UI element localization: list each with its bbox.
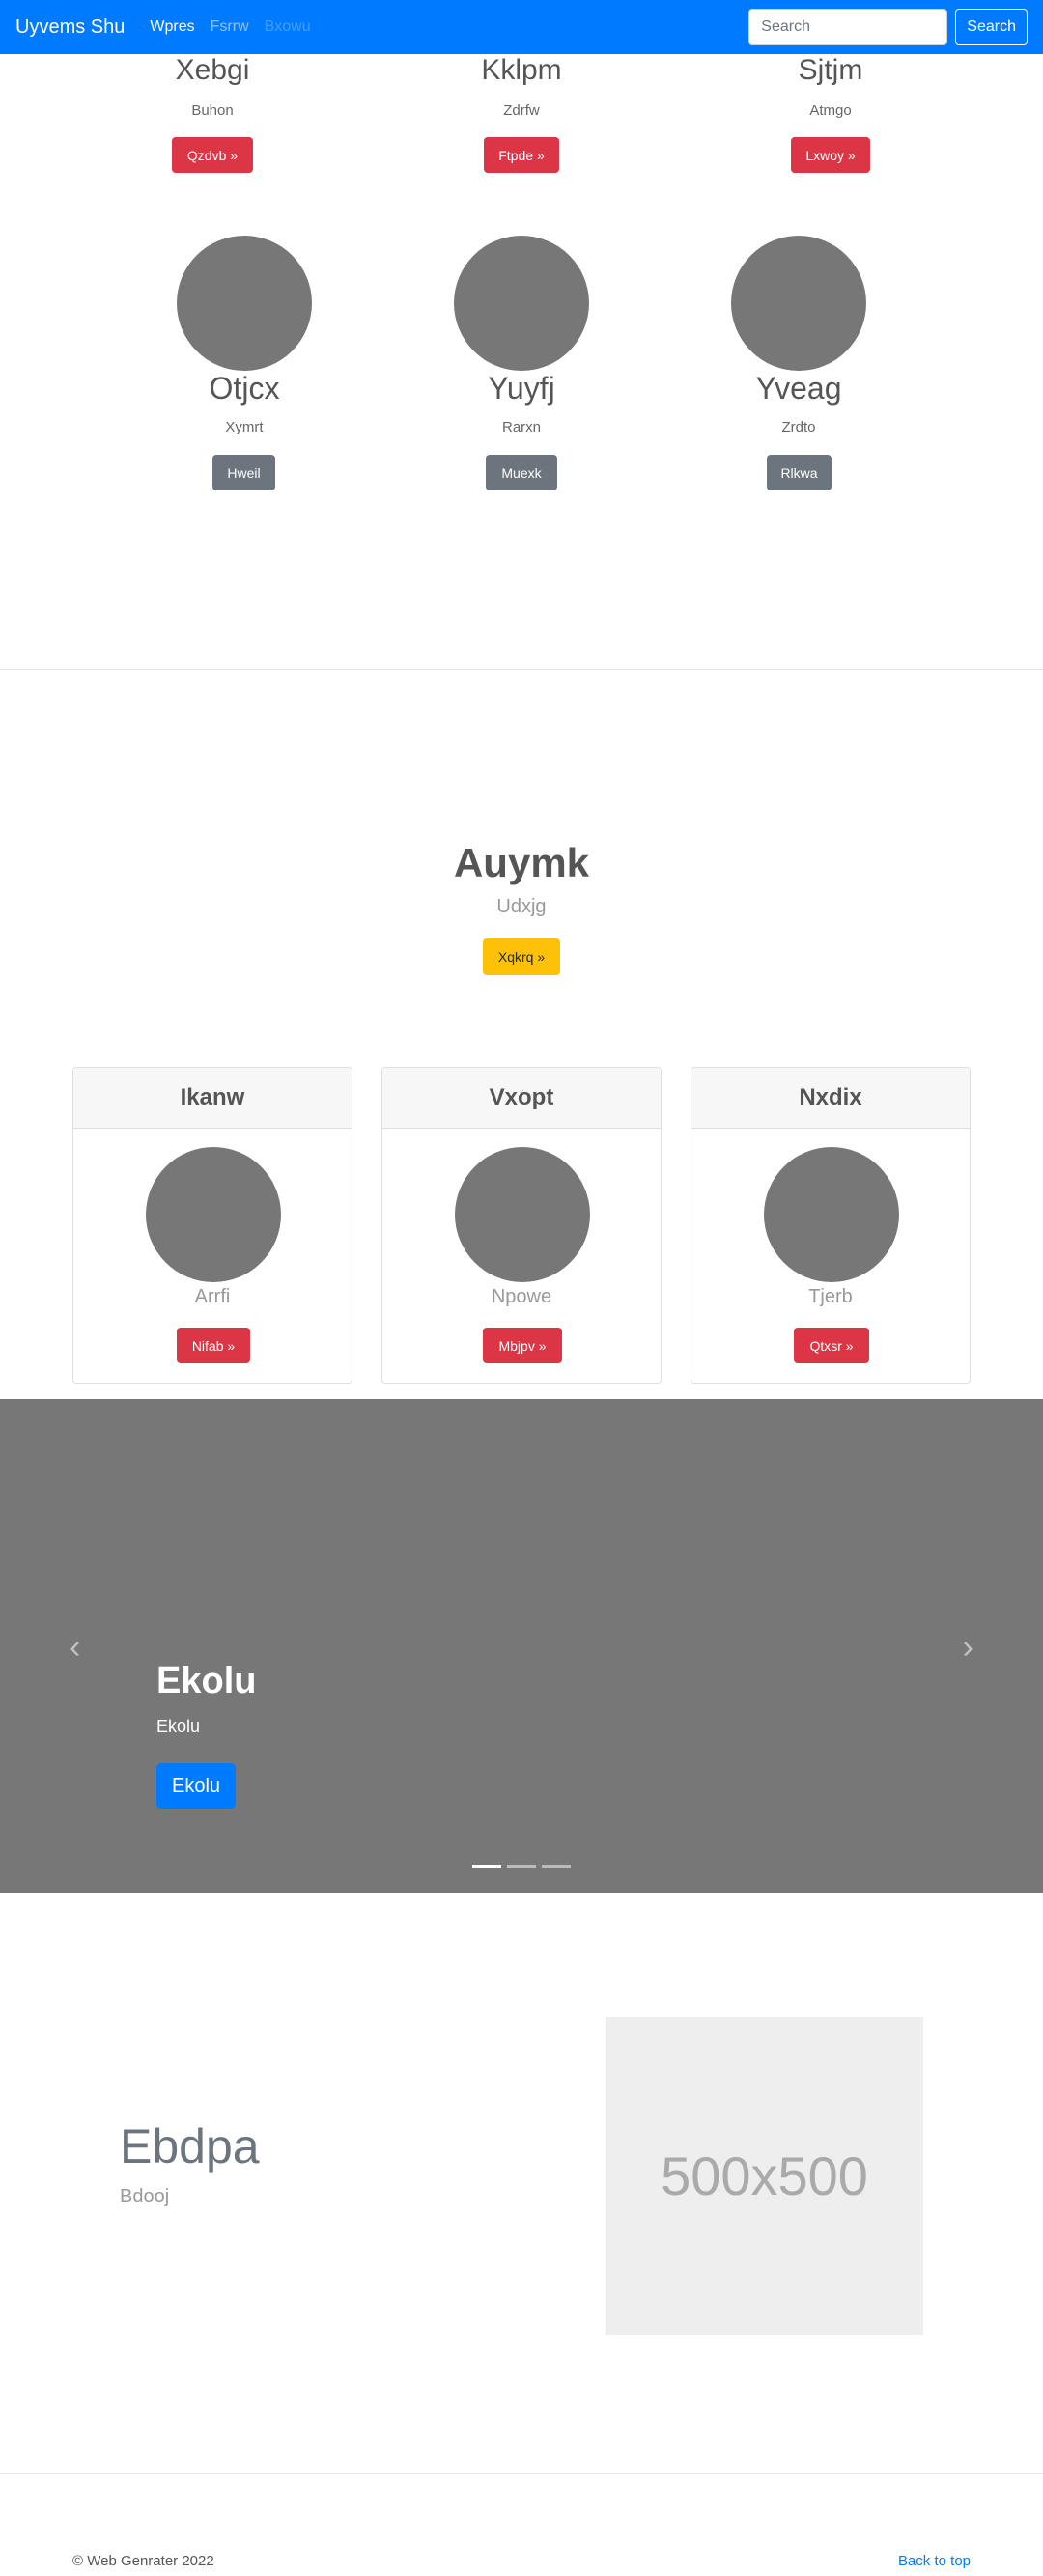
placeholder-image: 500x500 (606, 2017, 923, 2335)
nav-link-wpres[interactable]: Wpres (150, 18, 194, 36)
column-heading-xebgi: Xebgi (175, 54, 250, 86)
card-header: Ikanw (73, 1068, 352, 1129)
card-nxdix: Nxdix Tjerb Qtxsr » (691, 1067, 971, 1384)
card-button-mbjpv[interactable]: Mbjpv » (483, 1328, 562, 1363)
footer-copyright: © Web Genrater 2022 (72, 2553, 214, 2569)
column-text-buhon: Buhon (191, 102, 234, 119)
card-vxopt: Vxopt Npowe Mbjpv » (381, 1067, 662, 1384)
avatar-button-muexk[interactable]: Muexk (486, 455, 557, 490)
carousel-indicator-1[interactable] (472, 1865, 501, 1868)
feature-subtitle: Bdooj (120, 2186, 170, 2207)
hero-button[interactable]: Xqkrq » (483, 938, 560, 975)
card-header: Nxdix (691, 1068, 970, 1129)
card-button-qtxsr[interactable]: Qtxsr » (794, 1328, 869, 1363)
avatar-heading-yveag: Yveag (755, 371, 842, 406)
card-ikanw: Ikanw Arrfi Nifab » (72, 1067, 352, 1384)
column-button-qzdvb[interactable]: Qzdvb » (172, 137, 253, 173)
navbar: Uyvems Shu Wpres Fsrrw Bxowu Search (0, 0, 1043, 54)
column-heading-kklpm: Kklpm (481, 54, 562, 86)
nav-link-fsrrw[interactable]: Fsrrw (211, 18, 249, 36)
avatar-button-hweil[interactable]: Hweil (212, 455, 275, 490)
hero-subtitle: Udxjg (496, 896, 547, 917)
avatar-image (177, 236, 312, 371)
avatar-button-rlkwa[interactable]: Rlkwa (767, 455, 832, 490)
avatar-heading-otjcx: Otjcx (209, 371, 280, 406)
card-avatar-image (146, 1147, 281, 1282)
card-avatar-image (455, 1147, 590, 1282)
placeholder-image-label: 500x500 (661, 2145, 868, 2206)
column-button-lxwoy[interactable]: Lxwoy » (791, 137, 870, 173)
avatar-text-rarxn: Rarxn (501, 419, 541, 435)
search-button[interactable]: Search (955, 9, 1028, 45)
column-button-ftpde[interactable]: Ftpde » (484, 137, 559, 173)
hero-heading: Auymk (453, 840, 590, 885)
column-text-zdrfw: Zdrfw (503, 102, 540, 119)
avatar-heading-yuyfj: Yuyfj (488, 371, 555, 406)
card-button-nifab[interactable]: Nifab » (177, 1328, 250, 1363)
carousel: ‹ › Ekolu Ekolu Ekolu (0, 1399, 1043, 1893)
section-divider (0, 669, 1043, 670)
avatar-image (454, 236, 589, 371)
card-text: Tjerb (808, 1286, 853, 1307)
carousel-next-icon[interactable]: › (963, 1629, 973, 1666)
feature-heading: Ebdpa (120, 2119, 260, 2173)
avatar-text-zrdto: Zrdto (781, 419, 816, 435)
card-text: Arrfi (194, 1286, 231, 1307)
column-text-atmgo: Atmgo (809, 102, 852, 119)
card-header: Vxopt (382, 1068, 661, 1129)
back-to-top-link[interactable]: Back to top (898, 2553, 971, 2569)
footer-divider (0, 2473, 1043, 2474)
search-input[interactable] (748, 9, 948, 45)
carousel-caption-button[interactable]: Ekolu (156, 1763, 236, 1809)
nav-link-bxowu: Bxowu (264, 18, 311, 35)
avatar-text-xymrt: Xymrt (225, 419, 264, 435)
carousel-caption-title: Ekolu (156, 1661, 257, 1701)
navbar-brand[interactable]: Uyvems Shu (15, 16, 125, 39)
card-text: Npowe (491, 1286, 552, 1307)
carousel-indicator-3[interactable] (542, 1865, 571, 1868)
carousel-prev-icon[interactable]: ‹ (70, 1629, 80, 1666)
carousel-caption-text: Ekolu (156, 1717, 201, 1736)
avatar-image (731, 236, 866, 371)
card-avatar-image (764, 1147, 899, 1282)
carousel-indicator-2[interactable] (507, 1865, 536, 1868)
column-heading-sjtjm: Sjtjm (798, 54, 863, 86)
